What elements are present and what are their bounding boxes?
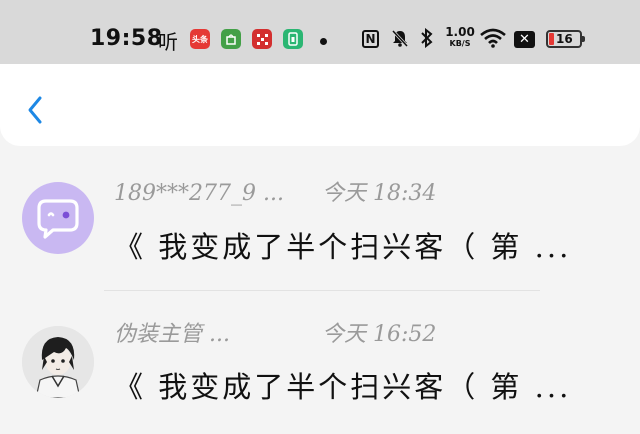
timestamp: 今天 18:34 xyxy=(322,181,437,206)
network-speed: 1.00 KB/S xyxy=(445,25,475,48)
bluetooth-icon xyxy=(420,27,434,53)
top-bar xyxy=(0,64,640,146)
avatar[interactable] xyxy=(22,182,94,254)
avatar[interactable] xyxy=(22,326,94,398)
chevron-left-icon xyxy=(28,96,42,124)
sim-app-icon xyxy=(283,29,303,49)
grid-app-icon xyxy=(252,29,272,49)
anime-boy-avatar-icon xyxy=(22,326,94,398)
shop-icon xyxy=(221,29,241,49)
wifi-icon xyxy=(480,28,506,52)
message-preview: 《 我变成了半个扫兴客（ 第 ... xyxy=(114,370,572,404)
clock: 19:58 xyxy=(90,26,163,51)
timestamp: 今天 16:52 xyxy=(322,322,437,347)
battery-level: 16 xyxy=(556,32,573,46)
mute-bell-icon xyxy=(390,28,410,53)
ting-icon: 听 xyxy=(158,30,178,54)
sender-name: 伪装主管 ... xyxy=(114,322,230,347)
battery-icon: 16 xyxy=(546,30,585,48)
item-meta: 189***277_9 ... 今天 18:34 xyxy=(114,175,436,207)
nfc-icon: N xyxy=(362,30,379,48)
message-preview: 《 我变成了半个扫兴客（ 第 ... xyxy=(114,230,572,264)
sender-name: 189***277_9 ... xyxy=(114,181,284,206)
back-button[interactable] xyxy=(22,92,52,128)
status-bar: 19:58 听 头条 N 1.00 KB/S ✕ 16 xyxy=(0,0,640,64)
toutiao-icon: 头条 xyxy=(190,29,210,49)
item-meta: 伪装主管 ... 今天 16:52 xyxy=(114,316,436,348)
list-item[interactable]: 189***277_9 ... 今天 18:34 《 我变成了半个扫兴客（ 第 .… xyxy=(0,150,640,280)
chat-bubble-icon xyxy=(37,199,79,239)
dot-icon xyxy=(320,38,327,45)
list-item[interactable]: 伪装主管 ... 今天 16:52 《 我变成了半个扫兴客（ 第 ... xyxy=(0,290,640,420)
close-box-icon: ✕ xyxy=(514,31,535,48)
